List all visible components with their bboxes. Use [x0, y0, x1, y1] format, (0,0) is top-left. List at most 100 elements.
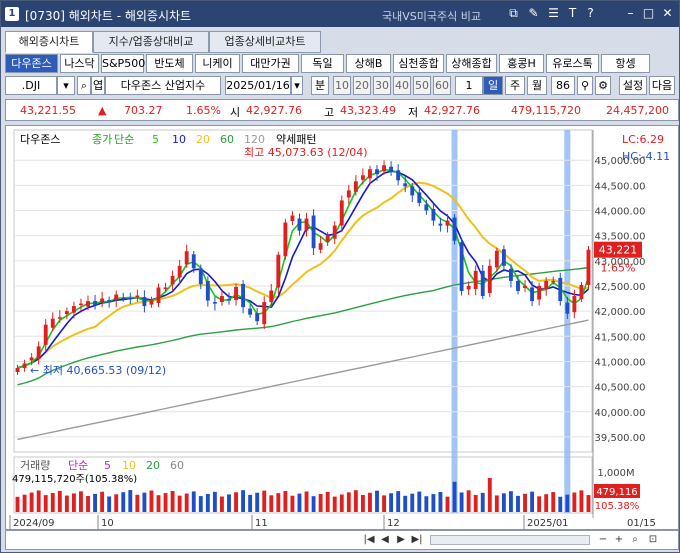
last-icon[interactable]: ▶|: [410, 533, 424, 547]
highlight-band: [564, 130, 571, 513]
maximize-icon[interactable]: □: [641, 6, 656, 21]
volume-legend-text: 60: [170, 459, 184, 472]
period-button[interactable]: 30: [373, 76, 391, 95]
volume-bar: [537, 496, 542, 512]
market-button[interactable]: 상해B: [346, 54, 391, 73]
date-input[interactable]: 2025/01/16: [225, 76, 291, 95]
quote-open: 42,927.76: [246, 104, 302, 117]
period-button[interactable]: 60: [433, 76, 451, 95]
candle-body: [431, 208, 436, 221]
full-icon[interactable]: ⊡: [646, 533, 660, 547]
y-tick-label: 44,000.00: [595, 207, 646, 218]
volume-bar: [551, 492, 556, 512]
view-button[interactable]: 주: [505, 76, 525, 95]
market-button[interactable]: 유로스톡: [546, 54, 599, 73]
minimize-icon[interactable]: –: [623, 6, 638, 21]
tab-sector-compare[interactable]: 업종상세비교차트: [209, 31, 321, 53]
market-button[interactable]: 독일: [301, 54, 344, 73]
volume-bar: [22, 494, 27, 512]
candle-body: [142, 297, 147, 307]
market-button[interactable]: 심천종합: [393, 54, 444, 73]
edit-icon[interactable]: ✎: [526, 6, 541, 21]
next-icon[interactable]: ▶: [394, 533, 408, 547]
legend-text: 60: [220, 133, 234, 146]
date-dropdown-icon[interactable]: ▾: [291, 76, 303, 95]
tab-index-compare[interactable]: 지수/업종상대비교: [93, 31, 209, 53]
candle-body: [382, 165, 386, 172]
candle-body: [396, 170, 401, 181]
market-button[interactable]: 반도체: [146, 54, 193, 73]
lookup-icon[interactable]: 엽: [91, 76, 105, 95]
volume-bar: [57, 490, 62, 512]
market-button[interactable]: 항셍: [601, 54, 650, 73]
volume-bar: [283, 491, 288, 512]
chart-canvas[interactable]: 45,000.0044,500.0044,000.0043,500.0043,0…: [6, 126, 680, 531]
compare-link[interactable]: 국내VS미국주식 비교: [382, 8, 481, 24]
quote-volume: 479,115,720: [511, 104, 581, 117]
scroll-bar[interactable]: |◀ ◀ ▶ ▶| − + ⌕ ⊡: [5, 530, 679, 550]
first-icon[interactable]: |◀: [362, 533, 376, 547]
volume-bar: [438, 492, 443, 512]
font-icon[interactable]: T: [565, 6, 580, 21]
candle-body: [544, 280, 549, 289]
volume-bar: [297, 493, 302, 512]
search-icon[interactable]: ⌕: [77, 76, 91, 95]
candle-body: [403, 183, 408, 187]
candle-body: [234, 286, 238, 301]
volume-bar: [396, 491, 401, 512]
market-button[interactable]: 니케이: [195, 54, 240, 73]
market-button[interactable]: 홍콩H: [499, 54, 544, 73]
y-tick-label: 44,500.00: [595, 181, 646, 192]
y-tick-label: 40,000.00: [595, 408, 646, 419]
market-button[interactable]: 대만가권: [242, 54, 299, 73]
count-input[interactable]: 1: [455, 76, 483, 95]
volume-bar: [86, 496, 90, 512]
candle-body: [170, 275, 175, 285]
period-button[interactable]: 10: [333, 76, 351, 95]
help-icon[interactable]: ?: [583, 6, 598, 21]
market-button[interactable]: 다우존스: [5, 54, 58, 73]
settings-button[interactable]: 설정: [619, 76, 647, 95]
dropdown-icon[interactable]: ▾: [57, 76, 75, 95]
candle-body: [523, 285, 527, 288]
symbol-bar: .DJI ▾ ⌕ 엽 다우존스 산업지수 2025/01/16 ▾ 분 10 20 30 40 50 60…: [5, 76, 679, 96]
prev-icon[interactable]: ◀: [378, 533, 392, 547]
close-icon[interactable]: ✕: [660, 6, 675, 21]
volume-bar: [50, 493, 55, 512]
y-tick-label: 42,500.00: [595, 282, 646, 293]
tab-overseas-chart[interactable]: 해외증시차트: [5, 31, 93, 53]
legend-text: 10: [172, 133, 186, 146]
chart-panel[interactable]: 45,000.00 44,500.00 44,000.00 43,500.00 43,0…: [5, 125, 679, 530]
view-button[interactable]: 일: [483, 76, 503, 95]
next-button[interactable]: 다음: [649, 76, 675, 95]
volume-bar: [424, 496, 429, 512]
x-tick-label: 11: [255, 518, 268, 529]
period-button[interactable]: 20: [353, 76, 371, 95]
scroll-track[interactable]: [430, 535, 590, 545]
link-icon[interactable]: ⧉: [506, 6, 521, 21]
candle-body: [107, 300, 112, 302]
volume-bar: [375, 490, 379, 512]
volume-bar: [480, 492, 485, 512]
market-button[interactable]: 상해종합: [446, 54, 497, 73]
volume-bar: [417, 491, 422, 512]
candle-body: [297, 218, 302, 231]
indicator-icon[interactable]: ⚲: [577, 76, 593, 95]
minute-button[interactable]: 분: [311, 76, 329, 95]
gear-icon[interactable]: ⚙: [595, 76, 611, 95]
period-button[interactable]: 50: [413, 76, 431, 95]
symbol-code-input[interactable]: .DJI: [5, 76, 57, 95]
bar-count-input[interactable]: 86: [551, 76, 575, 95]
search-icon[interactable]: ⌕: [628, 533, 642, 547]
candle-body: [36, 346, 41, 359]
period-button[interactable]: 40: [393, 76, 411, 95]
candle-body: [290, 215, 295, 222]
zoom-in-icon[interactable]: +: [612, 533, 626, 547]
market-button[interactable]: 나스닥: [60, 54, 99, 73]
volume-bar: [212, 491, 217, 512]
zoom-out-icon[interactable]: −: [596, 533, 610, 547]
window-number-icon[interactable]: 1: [5, 7, 19, 21]
menu-icon[interactable]: ☰: [546, 6, 561, 21]
view-button[interactable]: 월: [527, 76, 547, 95]
market-button[interactable]: S&P500: [101, 54, 145, 73]
